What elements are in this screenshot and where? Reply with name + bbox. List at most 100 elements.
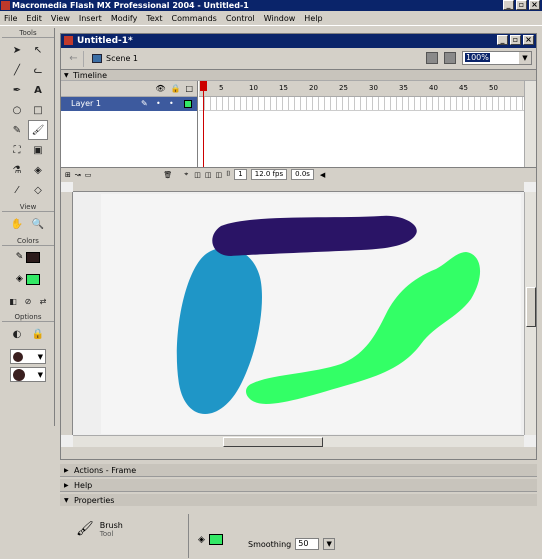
center-frame-icon[interactable]: ⌖ [184,170,188,179]
help-panel-header[interactable]: Help [60,479,537,492]
eraser-tool-icon[interactable]: ◇ [28,180,48,200]
eyedropper-tool-icon[interactable]: ⁄ [7,180,27,200]
scroll-left-icon[interactable]: ◀ [320,171,325,179]
layer-name: Layer 1 [71,99,101,108]
frame-ruler[interactable]: 5 10 15 20 25 30 35 40 45 50 [199,81,524,97]
vertical-scroll-thumb[interactable] [526,287,536,327]
stage-area [61,182,536,447]
swap-colors-icon[interactable]: ⇄ [37,295,49,307]
hand-tool-icon[interactable]: ✋ [7,214,27,234]
black-white-icon[interactable]: ◧ [7,295,19,307]
smoothing-label: Smoothing [248,539,292,549]
brush-size-select[interactable]: ▼ [10,349,46,364]
add-motion-guide-icon[interactable]: ↝ [75,171,81,179]
ink-bottle-tool-icon[interactable]: ⚗ [7,160,27,180]
modify-onion-markers-icon[interactable]: ⌷ [226,170,230,179]
onion-skin-icon[interactable]: ◫ [194,171,201,179]
no-color-icon[interactable]: ⊘ [22,295,34,307]
lasso-tool-icon[interactable]: ᓚ [28,60,48,80]
menu-file[interactable]: File [4,14,17,23]
free-transform-tool-icon[interactable]: ⛶ [7,140,27,160]
frames-area[interactable]: 5 10 15 20 25 30 35 40 45 50 [199,81,524,167]
oval-tool-icon[interactable]: ○ [7,100,27,120]
zoom-tool-icon[interactable]: 🔍 [28,214,48,234]
stage-canvas[interactable] [101,194,521,434]
onion-outlines-icon[interactable]: ◫ [205,171,212,179]
smoothing-control: Smoothing 50 ▼ [248,538,336,550]
menu-commands[interactable]: Commands [172,14,217,23]
chevron-down-icon: ▼ [519,52,531,64]
smoothing-input[interactable]: 50 [295,538,320,550]
menubar: File Edit View Insert Modify Text Comman… [0,11,542,26]
chevron-down-icon[interactable]: ▼ [323,538,336,550]
lock-icon[interactable]: 🔒 [170,84,180,93]
frame-cells[interactable] [199,97,524,111]
minimize-icon[interactable]: _ [503,0,514,10]
frame-tick: 45 [459,84,468,92]
stroke-color-row: ✎ [2,246,54,268]
menu-control[interactable]: Control [226,14,255,23]
lock-fill-icon[interactable]: 🔒 [28,324,48,344]
menu-text[interactable]: Text [146,14,162,23]
line-tool-icon[interactable]: ╱ [7,60,27,80]
layer-color-icon[interactable] [184,100,192,108]
trash-icon[interactable]: 🗑 [163,171,172,179]
layer-row[interactable]: Layer 1 ✎ • • [61,97,197,111]
rectangle-tool-icon[interactable]: □ [28,100,48,120]
subselect-tool-icon[interactable]: ↖ [28,40,48,60]
options-title: Options [2,312,54,322]
insert-layer-icon[interactable]: ⊞ [65,171,71,179]
scene-label[interactable]: Scene 1 [92,54,138,63]
pen-tool-icon[interactable]: ✒ [7,80,27,100]
eye-icon[interactable]: 👁 [155,84,165,93]
outline-icon[interactable]: □ [185,84,193,93]
edit-symbols-icon[interactable] [444,52,456,64]
lock-dot-icon[interactable]: • [169,97,174,111]
doc-close-icon[interactable]: × [523,35,534,45]
arrow-tool-icon[interactable]: ➤ [7,40,27,60]
brush-shape-select[interactable]: ▼ [10,367,46,382]
tool-sub: Tool [99,530,114,538]
visibility-dot-icon[interactable]: • [156,97,161,111]
stroke-color-swatch[interactable] [26,251,41,263]
horizontal-scroll-thumb[interactable] [223,437,323,447]
fill-transform-tool-icon[interactable]: ▣ [28,140,48,160]
frame-rate[interactable]: 12.0 fps [250,169,288,180]
doc-minimize-icon[interactable]: _ [497,35,508,45]
pencil-tool-icon[interactable]: ✎ [7,120,27,140]
menu-help[interactable]: Help [304,14,322,23]
tool-grid: ➤ ↖ ╱ ᓚ ✒ A ○ □ ✎ 🖌 ⛶ ▣ ⚗ ◈ ⁄ ◇ [2,38,54,202]
edit-scene-icon[interactable] [426,52,438,64]
playhead[interactable] [200,81,207,167]
stage-horizontal-scrollbar[interactable] [73,435,524,447]
restore-icon[interactable]: ▫ [516,0,527,10]
menu-window[interactable]: Window [264,14,296,23]
view-tools: ✋ 🔍 [2,212,54,236]
stage-vertical-scrollbar[interactable] [524,192,536,435]
insert-folder-icon[interactable]: ▭ [85,171,92,179]
fill-color-swatch[interactable] [25,273,40,285]
frame-tick: 50 [489,84,498,92]
tool-name: Brush [99,521,123,530]
app-window-controls: _ ▫ × [503,0,540,10]
menu-modify[interactable]: Modify [111,14,138,23]
brush-tool-icon[interactable]: 🖌 [28,120,48,140]
timeline-header[interactable]: Timeline [61,70,536,81]
zoom-select[interactable]: 100% ▼ [462,51,532,65]
scene-name: Scene 1 [106,54,139,63]
menu-view[interactable]: View [51,14,70,23]
actions-panel-header[interactable]: Actions - Frame [60,464,537,477]
menu-insert[interactable]: Insert [79,14,102,23]
menu-edit[interactable]: Edit [26,14,42,23]
brush-mode-icon[interactable]: ◐ [7,324,27,344]
close-icon[interactable]: × [529,0,540,10]
paint-bucket-tool-icon[interactable]: ◈ [28,160,48,180]
doc-restore-icon[interactable]: ▫ [510,35,521,45]
edit-multiple-frames-icon[interactable]: ◫ [215,171,222,179]
timeline-scrollbar[interactable] [524,81,536,167]
tools-panel: Tools ➤ ↖ ╱ ᓚ ✒ A ○ □ ✎ 🖌 ⛶ ▣ ⚗ ◈ ⁄ ◇ Vi… [2,28,55,426]
scene-icon [92,54,102,63]
back-arrow-icon[interactable]: ← [64,50,84,67]
fill-color-swatch[interactable] [208,534,223,545]
text-tool-icon[interactable]: A [28,80,48,100]
